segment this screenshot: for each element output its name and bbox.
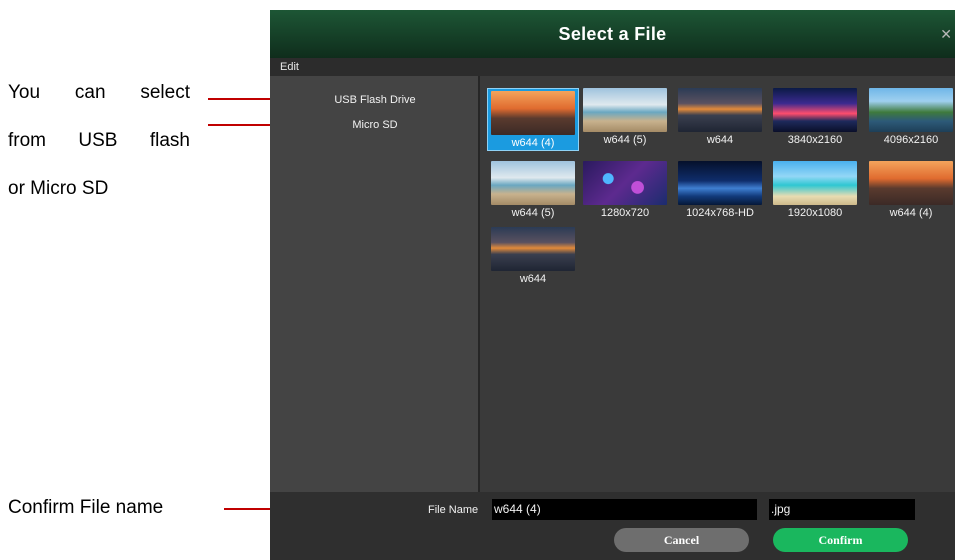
file-thumbnail [678, 161, 762, 205]
file-caption: w644 (4) [511, 137, 555, 149]
bottom-bar: File Name w644 (4) .jpg Cancel Confirm [270, 492, 955, 560]
annotation-word: USB [78, 130, 118, 151]
source-micro-sd[interactable]: Micro SD [270, 119, 480, 131]
confirm-button[interactable]: Confirm [773, 528, 908, 552]
annotation-word: can [74, 82, 106, 103]
select-file-dialog: Select a File ✕ Edit USB Flash Drive Mic… [270, 10, 955, 560]
dialog-title: Select a File [558, 23, 667, 44]
annotation-confirm-file-name: Confirm File name [8, 497, 164, 518]
file-thumbnail [773, 161, 857, 205]
file-grid: w644 (4) w644 (5) w644 3840x2160 4096x2160 w6… [482, 76, 955, 492]
file-thumbnail [869, 161, 953, 205]
menu-edit[interactable]: Edit [280, 61, 299, 73]
menu-bar: Edit [270, 58, 955, 76]
file-name-label: File Name [428, 504, 479, 516]
file-thumbnail [773, 88, 857, 132]
annotation-word: You [8, 82, 41, 103]
file-thumbnail [583, 88, 667, 132]
file-caption: w644 (4) [889, 207, 933, 219]
annotation-word: flash [149, 130, 190, 151]
annotation-line-1: You can select [8, 82, 190, 104]
source-sidebar: USB Flash Drive Micro SD [270, 76, 480, 492]
cancel-button[interactable]: Cancel [614, 528, 749, 552]
file-tile[interactable]: 1920x1080 [769, 161, 861, 220]
file-thumbnail [491, 161, 575, 205]
file-caption: w644 [706, 134, 734, 146]
annotation-word: from [8, 130, 46, 151]
file-thumbnail [491, 91, 575, 135]
file-name-input[interactable]: w644 (4) [492, 499, 757, 520]
annotation-word: select [140, 82, 190, 103]
file-thumbnail [678, 88, 762, 132]
file-tile[interactable]: 1024x768-HD [674, 161, 766, 220]
file-tile[interactable]: 4096x2160 [865, 88, 955, 147]
file-tile[interactable]: 1280x720 [579, 161, 671, 220]
file-caption: 1024x768-HD [686, 207, 754, 219]
file-tile[interactable]: w644 (4) [487, 88, 579, 151]
file-caption: w644 (5) [603, 134, 647, 146]
file-caption: 4096x2160 [883, 134, 939, 146]
file-caption: w644 (5) [511, 207, 555, 219]
file-tile[interactable]: w644 (5) [579, 88, 671, 147]
close-icon[interactable]: ✕ [940, 26, 952, 43]
file-tile[interactable]: w644 (5) [487, 161, 579, 220]
file-caption: 1280x720 [600, 207, 650, 219]
file-thumbnail [869, 88, 953, 132]
file-thumbnail [583, 161, 667, 205]
file-tile[interactable]: w644 [487, 227, 579, 286]
annotation-line-2: from USB flash [8, 130, 190, 152]
file-tile[interactable]: 3840x2160 [769, 88, 861, 147]
title-bar: Select a File ✕ [270, 10, 955, 58]
file-thumbnail [491, 227, 575, 271]
file-tile[interactable]: w644 [674, 88, 766, 147]
file-caption: 3840x2160 [787, 134, 843, 146]
source-usb-flash-drive[interactable]: USB Flash Drive [270, 94, 480, 106]
file-caption: w644 [519, 273, 547, 285]
file-extension-field[interactable]: .jpg [769, 499, 915, 520]
file-caption: 1920x1080 [787, 207, 843, 219]
annotation-line-3: or Micro SD [8, 178, 109, 199]
file-tile[interactable]: w644 (4) [865, 161, 955, 220]
